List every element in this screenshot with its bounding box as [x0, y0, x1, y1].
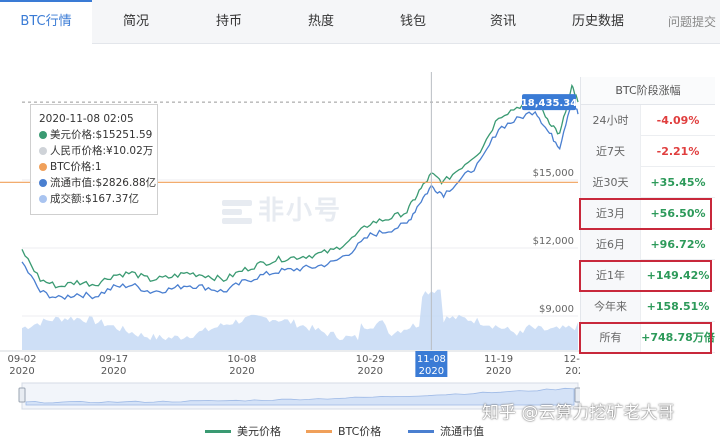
x-tick-year: 2020 [358, 366, 383, 377]
tab-holdings[interactable]: 持币 [188, 0, 270, 44]
crosshair-label-year: 2020 [419, 366, 444, 377]
tooltip-row-volume: 成交额:$167.37亿 [39, 191, 149, 207]
x-tick-label: 09-17 [99, 354, 128, 365]
panel-row-24h[interactable]: 24小时 -4.09% [581, 105, 715, 136]
panel-row-7d[interactable]: 近7天 -2.21% [581, 136, 715, 167]
period-change-panel: BTC阶段涨幅 24小时 -4.09% 近7天 -2.21% 近30天 +35.45%… [580, 77, 715, 353]
y-tick-label: $12,000 [533, 236, 574, 247]
zhihu-watermark: 知乎 @云算力挖矿老大哥 [482, 403, 675, 423]
x-tick-year: 2020 [101, 366, 126, 377]
tooltip-date: 2020-11-08 02:05 [39, 113, 134, 125]
watermark-logo: 非小号 [220, 190, 342, 227]
panel-row-30d[interactable]: 近30天 +35.45% [581, 167, 715, 198]
panel-row-all[interactable]: 所有 +748.78万倍 [581, 322, 715, 353]
tooltip-row-mcap: 流通市值:$2826.88亿 [39, 175, 156, 191]
tooltip-dot [39, 179, 47, 187]
tooltip-row-cny: 人民币价格:¥10.02万 [39, 143, 153, 159]
x-tick-label: 10-08 [227, 354, 256, 365]
tab-news[interactable]: 资讯 [462, 0, 544, 44]
y-tick-label: $15,000 [533, 168, 574, 179]
volume-area [22, 289, 578, 350]
legend-item-mcap[interactable]: 流通市值 [408, 424, 484, 438]
panel-row-3m[interactable]: 近3月 +56.50% [581, 198, 715, 229]
legend-swatch [408, 429, 434, 433]
tab-submit-issue[interactable]: 问题提交 [664, 0, 720, 44]
watermark-icon [222, 199, 252, 224]
x-tick-year: 2020 [565, 366, 580, 377]
watermark-text: 非小号 [258, 196, 343, 226]
legend-swatch [306, 429, 332, 433]
y-axis: $9,000 $12,000 $15,000 [533, 168, 574, 315]
panel-row-6m[interactable]: 近6月 +96.72% [581, 229, 715, 260]
x-axis: 09-02202009-17202010-08202010-29202011-1… [0, 350, 580, 377]
x-tick-label: 09-02 [7, 354, 36, 365]
tooltip-dot [39, 131, 47, 139]
x-tick-year: 2020 [486, 366, 511, 377]
tab-overview[interactable]: 简况 [95, 0, 177, 44]
tab-popularity[interactable]: 热度 [280, 0, 362, 44]
x-tick-year: 2020 [9, 366, 34, 377]
chart-tooltip: 2020-11-08 02:05 美元价格:$15251.59 人民币价格:¥1… [30, 104, 158, 215]
y-tick-label: $9,000 [539, 304, 574, 315]
legend-item-btc[interactable]: BTC价格 [306, 424, 381, 438]
tab-history[interactable]: 历史数据 [553, 0, 643, 44]
tooltip-row-usd: 美元价格:$15251.59 [39, 127, 152, 143]
legend-swatch [205, 429, 231, 433]
x-tick-label: 12-02 [563, 354, 580, 365]
current-price-label: 18,435.34 [521, 98, 577, 109]
panel-row-1y[interactable]: 近1年 +149.42% [581, 260, 715, 291]
tooltip-dot [39, 195, 47, 203]
legend-item-usd[interactable]: 美元价格 [205, 424, 281, 438]
panel-title: BTC阶段涨幅 [581, 77, 715, 105]
navigator-handle-left [18, 387, 26, 403]
x-tick-year: 2020 [229, 366, 254, 377]
crosshair-label-date: 11-08 [417, 354, 446, 365]
tab-wallet[interactable]: 钱包 [372, 0, 454, 44]
tooltip-dot [39, 163, 47, 171]
tab-bar: BTC行情 简况 持币 热度 钱包 资讯 历史数据 问题提交 [0, 0, 720, 44]
panel-row-ytd[interactable]: 今年来 +158.51% [581, 291, 715, 322]
volume-bars [22, 289, 578, 350]
tooltip-row-btc: BTC价格:1 [39, 159, 149, 175]
x-tick-label: 11-19 [484, 354, 513, 365]
x-tick-label: 10-29 [356, 354, 385, 365]
tab-btc-market[interactable]: BTC行情 [0, 0, 92, 44]
tooltip-dot [39, 147, 47, 155]
